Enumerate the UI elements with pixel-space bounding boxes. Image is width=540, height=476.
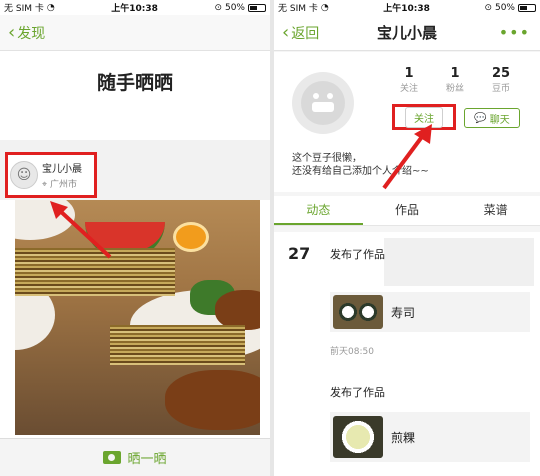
blurred-region: [110, 325, 245, 365]
stats-row: 1 关注 1 粉丝 25 豆币: [394, 66, 516, 94]
profile-header: 1 关注 1 粉丝 25 豆币 关注 💬 聊天 这个豆子很懒， 还没有给自己添加个人介…: [274, 52, 540, 192]
avatar[interactable]: [292, 72, 354, 134]
left-screen: 无 SIM 卡 ◔ 上午10:38 ⊙ 50% ‹ 发现 随手晒晒 ☺ 宝儿小晨 ⌖…: [0, 0, 270, 476]
user-intro: 这个豆子很懒， 还没有给自己添加个人介绍~~: [292, 152, 429, 178]
avatar[interactable]: ☺: [10, 161, 38, 189]
wifi-icon: ◔: [320, 2, 329, 13]
tab-activity[interactable]: 动态: [274, 196, 363, 225]
back-label: 返回: [291, 25, 320, 42]
blurred-region: [15, 248, 175, 296]
stat-label: 豆币: [491, 84, 510, 94]
profile-tabs: 动态 作品 菜谱: [274, 196, 540, 226]
activity-feed: 27 发布了作品 寿司 前天08:50 发布了作品 煎粿: [274, 232, 540, 476]
location-pin-icon: ⌖: [42, 180, 48, 190]
wifi-icon: ◔: [46, 2, 55, 13]
stat-label: 关注: [399, 84, 418, 94]
stat-coins[interactable]: 25 豆币: [486, 66, 516, 94]
user-location: 广州市: [49, 180, 77, 190]
status-time: 上午10:38: [111, 4, 158, 14]
battery-icon: [518, 3, 536, 12]
work-card[interactable]: 煎粿: [330, 412, 530, 462]
chevron-left-icon: ‹: [8, 21, 16, 43]
alarm-icon: ⊙: [484, 2, 492, 13]
nav-bar: ‹ 发现: [0, 15, 270, 51]
work-thumbnail: [333, 295, 383, 329]
back-button[interactable]: ‹ 发现: [0, 23, 45, 43]
share-label: 晒一晒: [127, 452, 167, 467]
status-time: 上午10:38: [383, 4, 430, 14]
follow-highlight-box: 关注: [392, 104, 456, 130]
nav-bar: ‹ 返回 宝儿小晨 •••: [274, 15, 540, 51]
post-text: 发布了作品: [330, 248, 385, 261]
battery-percent: 50%: [224, 2, 245, 13]
feed-date: 27: [288, 244, 311, 263]
stat-value: 1: [450, 66, 460, 81]
battery-percent: 50%: [494, 2, 515, 13]
intro-line: 还没有给自己添加个人介绍~~: [292, 166, 429, 177]
stat-label: 粉丝: [445, 84, 464, 94]
more-icon[interactable]: •••: [499, 23, 530, 42]
intro-line: 这个豆子很懒，: [292, 153, 362, 164]
chat-label: 聊天: [489, 114, 510, 126]
tab-works[interactable]: 作品: [363, 196, 452, 225]
stat-value: 1: [404, 66, 414, 81]
work-thumbnail: [333, 416, 383, 458]
stat-followers[interactable]: 1 粉丝: [440, 66, 470, 94]
back-button[interactable]: ‹ 返回: [274, 23, 319, 43]
back-label: 发现: [17, 25, 46, 42]
stat-value: 25: [491, 66, 511, 81]
chevron-left-icon: ‹: [282, 21, 290, 43]
alarm-icon: ⊙: [214, 2, 222, 13]
camera-icon: [103, 451, 122, 464]
work-card[interactable]: 寿司: [330, 292, 530, 332]
food-photo[interactable]: [15, 200, 260, 435]
follow-button[interactable]: 关注: [405, 106, 443, 128]
battery-icon: [248, 3, 266, 12]
stat-following[interactable]: 1 关注: [394, 66, 424, 94]
status-bar: 无 SIM 卡 ◔ 上午10:38 ⊙ 50%: [274, 0, 540, 15]
carrier-text: 无 SIM 卡: [4, 4, 44, 14]
user-highlight-box[interactable]: ☺ 宝儿小晨 ⌖ 广州市: [5, 152, 97, 198]
orange-image: [173, 222, 209, 252]
work-title: 寿司: [391, 305, 416, 320]
work-title: 煎粿: [391, 430, 416, 445]
chat-button[interactable]: 💬 聊天: [464, 108, 520, 128]
carrier-text: 无 SIM 卡: [278, 4, 318, 14]
tab-recipes[interactable]: 菜谱: [451, 196, 540, 225]
post-text: 发布了作品: [330, 386, 385, 399]
username[interactable]: 宝儿小晨: [42, 160, 82, 175]
status-bar: 无 SIM 卡 ◔ 上午10:38 ⊙ 50%: [0, 0, 270, 15]
post-time: 前天08:50: [330, 347, 374, 357]
share-button[interactable]: 晒一晒: [0, 438, 270, 476]
page-title: 随手晒晒: [96, 72, 173, 94]
chat-bubble-icon: 💬: [474, 112, 487, 124]
right-screen: 无 SIM 卡 ◔ 上午10:38 ⊙ 50% ‹ 返回 宝儿小晨 ••• 1 关注 …: [274, 0, 540, 476]
face-icon: [301, 81, 345, 125]
